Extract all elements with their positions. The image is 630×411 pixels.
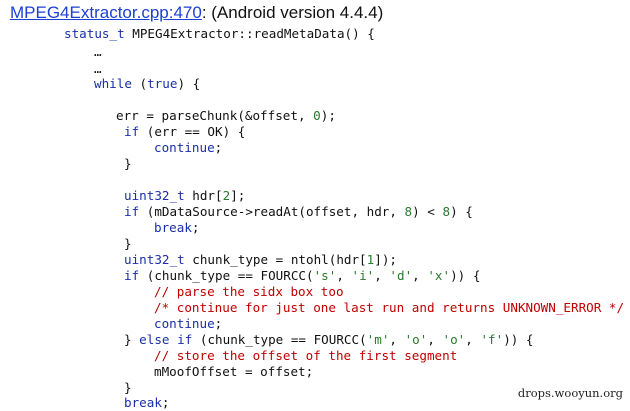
code-line: // store the offset of the first segment [154,348,458,363]
code-line: if (mDataSource->readAt(offset, hdr, 8) … [124,204,473,219]
header: MPEG4Extractor.cpp:470: (Android version… [10,3,383,23]
code-line: if (chunk_type == FOURCC('s', 'i', 'd', … [124,268,481,283]
code-line: /* continue for just one last run and re… [154,300,625,315]
version-note: : (Android version 4.4.4) [201,3,384,22]
code-line: break; [124,395,170,410]
code-line: while (true) { [94,76,201,91]
code-line: if (err == OK) { [124,124,246,139]
code-line: continue; [154,140,223,155]
code-line: } [124,236,132,251]
code-line: uint32_t hdr[2]; [124,188,246,203]
code-line: uint32_t chunk_type = ntohl(hdr[1]); [124,252,397,267]
code-line: continue; [154,316,223,331]
code-line: } [124,156,132,171]
watermark: drops.wooyun.org [517,386,623,400]
code-line: } else if (chunk_type == FOURCC('m', 'o'… [124,332,534,347]
code-line: // parse the sidx box too [154,284,344,299]
code-line: err = parseChunk(&offset, 0); [116,108,336,123]
code-line: } [124,380,132,395]
code-line: … [94,61,102,76]
code-line: break; [154,220,200,235]
code-line: mMoofOffset = offset; [154,364,314,379]
code-line: status_t MPEG4Extractor::readMetaData() … [64,26,375,41]
source-file-link[interactable]: MPEG4Extractor.cpp:470 [10,3,202,22]
code-line: … [94,44,102,59]
